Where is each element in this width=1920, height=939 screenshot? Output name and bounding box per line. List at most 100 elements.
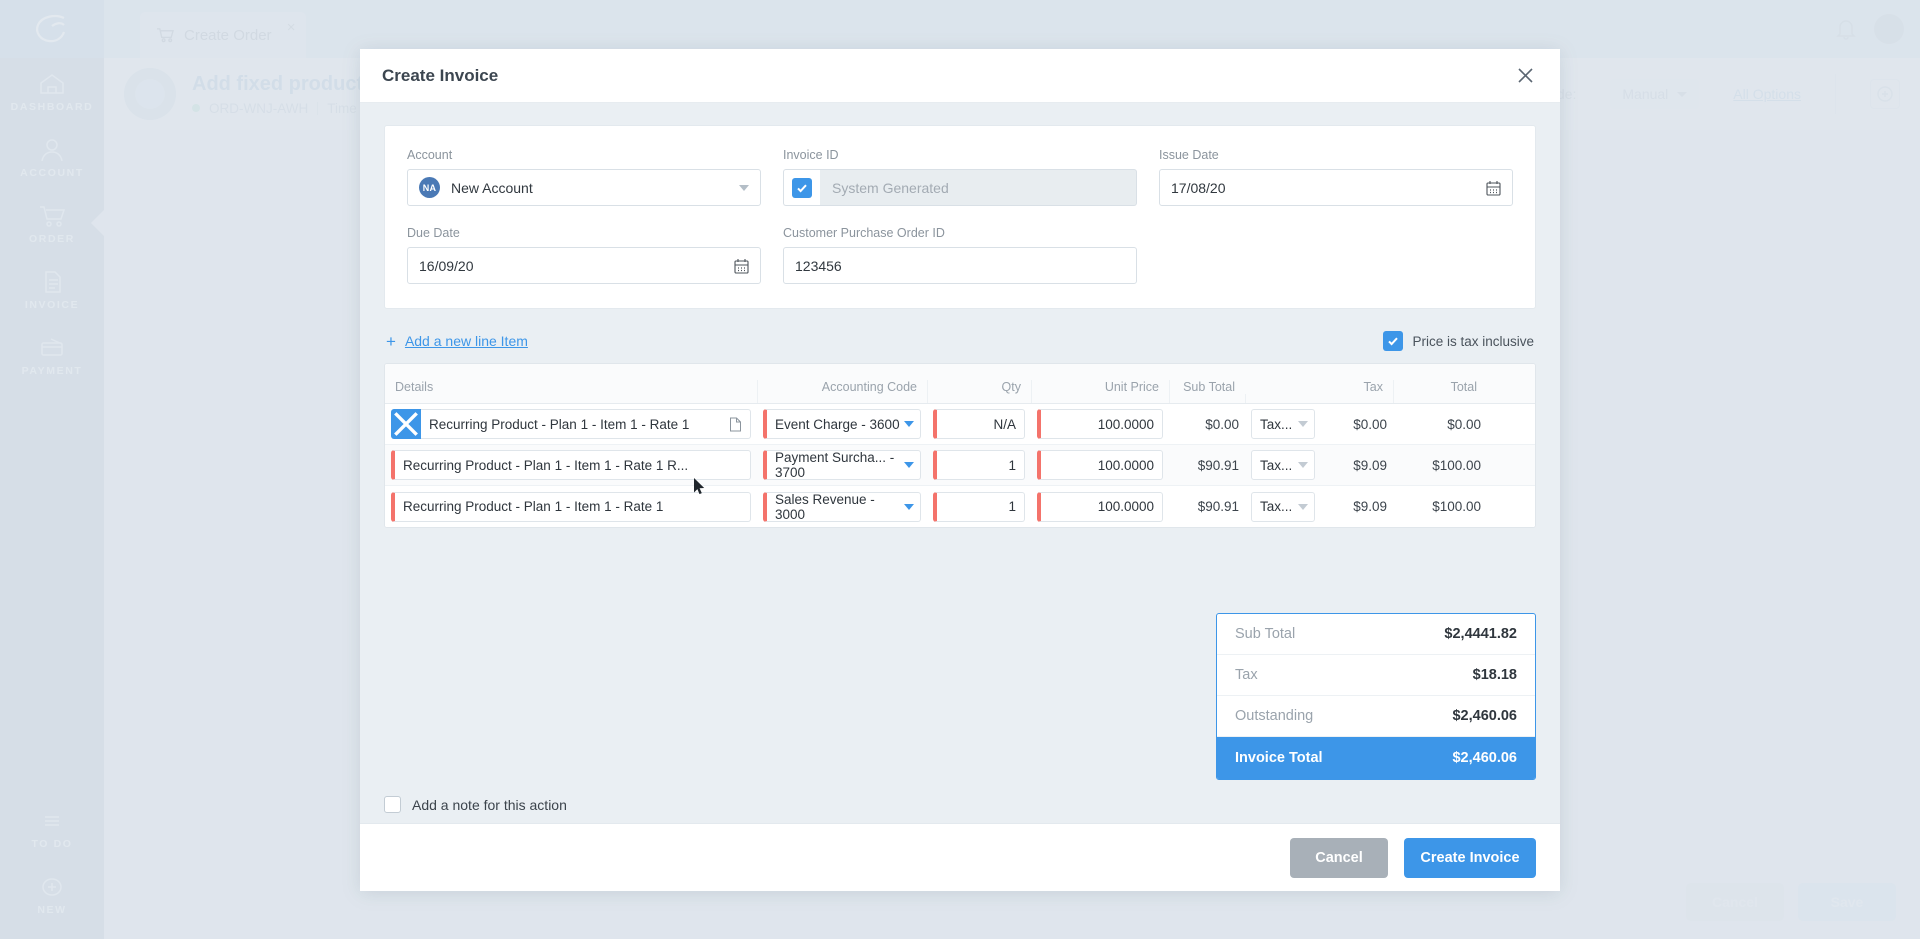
chevron-down-icon: [904, 503, 914, 510]
total-value: $100.00: [1432, 499, 1481, 514]
tax-value: $9.09: [1353, 499, 1387, 514]
issue-date-input[interactable]: 17/08/20: [1159, 169, 1513, 206]
account-label: Account: [407, 148, 453, 162]
invoice-id-auto-checkbox[interactable]: [783, 169, 820, 206]
tax-value: $0.00: [1353, 416, 1387, 432]
column-header-details: Details: [395, 380, 434, 394]
tax-select-value: Tax...: [1260, 499, 1293, 514]
total-label: Outstanding: [1235, 708, 1314, 724]
chevron-down-icon: [1298, 503, 1308, 510]
qty-input[interactable]: 1: [933, 491, 1025, 522]
accounting-code-value: Event Charge - 3600: [775, 416, 900, 432]
total-row-sub-total: Sub Total $2,4441.82: [1217, 614, 1535, 655]
account-avatar: NA: [419, 177, 440, 198]
total-row-outstanding: Outstanding $2,460.06: [1217, 696, 1535, 737]
purchase-order-label: Customer Purchase Order ID: [783, 226, 945, 240]
purchase-order-field: Customer Purchase Order ID 123456: [783, 226, 1137, 284]
total-value: $18.18: [1472, 667, 1517, 683]
column-header-tax: Tax: [1363, 380, 1383, 394]
cancel-button[interactable]: Cancel: [1290, 837, 1388, 878]
document-icon[interactable]: [729, 417, 742, 432]
invoice-form-card: Account NA New Account Invoice ID System…: [384, 125, 1536, 309]
accounting-code-select[interactable]: Event Charge - 3600: [763, 409, 921, 439]
due-date-label: Due Date: [407, 226, 460, 240]
line-item-details-input[interactable]: Recurring Product - Plan 1 - Item 1 - Ra…: [391, 450, 751, 480]
chevron-down-icon: [739, 184, 749, 191]
account-select[interactable]: NA New Account: [407, 169, 761, 206]
sub-total-value: $90.91: [1197, 457, 1239, 473]
accounting-code-select[interactable]: Sales Revenue - 3000: [763, 491, 921, 522]
invoice-totals-panel: Sub Total $2,4441.82 Tax $18.18 Outstand…: [1216, 613, 1536, 780]
table-header-row: Details Accounting Code Qty Unit Price S…: [385, 364, 1535, 404]
line-items-toolbar: + Add a new line Item Price is tax inclu…: [386, 331, 1534, 351]
chevron-down-icon: [904, 421, 914, 427]
total-value: $0.00: [1447, 416, 1481, 432]
tax-select-value: Tax...: [1260, 416, 1293, 432]
qty-input[interactable]: 1: [933, 450, 1025, 480]
unit-price-input[interactable]: 100.0000: [1037, 450, 1163, 480]
tax-select[interactable]: Tax...: [1251, 450, 1315, 480]
due-date-field: Due Date 16/09/20: [407, 226, 761, 284]
unit-price-input[interactable]: 100.0000: [1037, 409, 1163, 439]
accounting-code-select[interactable]: Payment Surcha... - 3700: [763, 450, 921, 480]
price-tax-inclusive-toggle[interactable]: Price is tax inclusive: [1383, 331, 1534, 351]
create-invoice-modal: Create Invoice Account NA New Account In…: [360, 49, 1560, 891]
tax-value: $9.09: [1353, 457, 1387, 473]
delete-line-item-button[interactable]: [391, 409, 421, 439]
issue-date-value: 17/08/20: [1171, 179, 1226, 196]
account-value: New Account: [451, 179, 533, 196]
add-line-item-label: Add a new line Item: [404, 333, 528, 349]
add-note-checkbox-row[interactable]: Add a note for this action: [384, 796, 567, 813]
total-row-tax: Tax $18.18: [1217, 655, 1535, 696]
plus-icon: +: [386, 331, 396, 351]
column-header-total: Total: [1393, 380, 1487, 403]
chevron-down-icon: [1298, 421, 1308, 427]
purchase-order-input[interactable]: 123456: [783, 247, 1137, 284]
mouse-cursor: [694, 478, 705, 495]
unit-price-input[interactable]: 100.0000: [1037, 491, 1163, 522]
total-value: $2,460.06: [1452, 750, 1517, 766]
total-value: $2,4441.82: [1444, 626, 1517, 642]
column-header-accounting-code: Accounting Code: [757, 380, 927, 403]
tax-select[interactable]: Tax...: [1251, 491, 1315, 522]
modal-footer: Cancel Create Invoice: [360, 823, 1560, 891]
table-row[interactable]: Recurring Product - Plan 1 - Item 1 - Ra…: [385, 404, 1535, 445]
line-item-details-input[interactable]: Recurring Product - Plan 1 - Item 1 - Ra…: [391, 491, 751, 522]
checkbox-checked-icon: [792, 177, 812, 198]
column-header-unit-price: Unit Price: [1031, 380, 1169, 403]
modal-header: Create Invoice: [360, 49, 1560, 103]
form-spacer: [1159, 226, 1513, 284]
total-label: Invoice Total: [1235, 750, 1323, 766]
total-value: $100.00: [1432, 457, 1481, 473]
calendar-icon[interactable]: [734, 258, 749, 274]
line-item-details-input[interactable]: Recurring Product - Plan 1 - Item 1 - Ra…: [421, 409, 751, 439]
column-header-qty: Qty: [927, 380, 1031, 403]
total-label: Sub Total: [1235, 626, 1296, 642]
total-value: $2,460.06: [1452, 708, 1517, 724]
line-item-details-value: Recurring Product - Plan 1 - Item 1 - Ra…: [429, 416, 690, 432]
chevron-down-icon: [904, 462, 914, 468]
modal-body: Account NA New Account Invoice ID System…: [360, 103, 1560, 823]
calendar-icon[interactable]: [1486, 180, 1501, 196]
accounting-code-value: Payment Surcha... - 3700: [775, 450, 895, 480]
total-row-invoice-total: Invoice Total $2,460.06: [1217, 737, 1535, 779]
invoice-id-field: Invoice ID System Generated: [783, 148, 1137, 206]
due-date-input[interactable]: 16/09/20: [407, 247, 761, 284]
due-date-value: 16/09/20: [419, 257, 474, 274]
line-items-table: Details Accounting Code Qty Unit Price S…: [384, 363, 1536, 528]
issue-date-field: Issue Date 17/08/20: [1159, 148, 1513, 206]
tax-select-value: Tax...: [1260, 457, 1293, 473]
sub-total-value: $0.00: [1205, 416, 1239, 432]
add-line-item-button[interactable]: + Add a new line Item: [386, 333, 528, 350]
qty-input[interactable]: N/A: [933, 409, 1025, 439]
close-icon[interactable]: [1512, 63, 1538, 89]
price-tax-inclusive-label: Price is tax inclusive: [1412, 333, 1534, 349]
table-row[interactable]: Recurring Product - Plan 1 - Item 1 - Ra…: [385, 445, 1535, 486]
column-header-sub-total: Sub Total: [1169, 380, 1245, 403]
invoice-id-input[interactable]: System Generated: [820, 169, 1137, 206]
tax-select[interactable]: Tax...: [1251, 409, 1315, 439]
checkbox-unchecked-icon[interactable]: [384, 796, 401, 813]
create-invoice-button[interactable]: Create Invoice: [1404, 837, 1536, 878]
invoice-id-label: Invoice ID: [783, 148, 839, 162]
table-row[interactable]: Recurring Product - Plan 1 - Item 1 - Ra…: [385, 486, 1535, 527]
